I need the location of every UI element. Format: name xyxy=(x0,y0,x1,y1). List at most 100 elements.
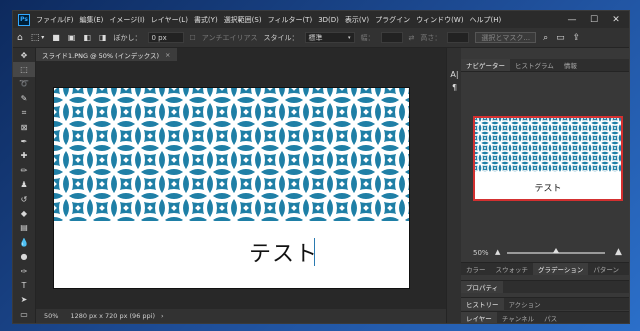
color-panels-tab-bar: カラー スウォッチ グラデーション パターン xyxy=(461,262,629,275)
document-tab-title: スライド1.PNG @ 50% (インデックス) xyxy=(42,51,160,60)
move-tool-icon[interactable]: ✥ xyxy=(13,48,35,62)
tab-paths[interactable]: パス xyxy=(539,312,562,323)
photoshop-window: Ps ファイル(F) 編集(E) イメージ(I) レイヤー(L) 書式(Y) 選… xyxy=(12,10,630,324)
blur-label: ぼかし： xyxy=(113,33,142,42)
document-text-layer[interactable]: テスト xyxy=(249,236,318,268)
menu-type[interactable]: 書式(Y) xyxy=(194,15,218,25)
history-tab-bar: ヒストリー アクション xyxy=(461,297,629,310)
menu-layer[interactable]: レイヤー(L) xyxy=(151,15,188,25)
marquee-tool-icon[interactable]: ⬚ xyxy=(13,62,35,77)
frame-tool-icon[interactable]: ⊠ xyxy=(13,120,35,134)
antialias-label: アンチエイリアス xyxy=(201,33,258,42)
new-selection-icon[interactable]: ■ xyxy=(52,33,60,42)
dodge-tool-icon[interactable]: ● xyxy=(13,249,35,263)
menu-edit[interactable]: 編集(E) xyxy=(80,15,104,25)
navigator-pattern xyxy=(475,118,621,172)
menu-select[interactable]: 選択範囲(S) xyxy=(224,15,262,25)
right-panel-dock: ナビゲーター ヒストグラム 情報 テスト 50% ▲ ▲ カラー スウォッチ グ… xyxy=(461,48,629,323)
zoom-out-icon[interactable]: ▲ xyxy=(495,248,500,256)
chevron-right-icon[interactable]: › xyxy=(161,312,164,320)
tab-actions[interactable]: アクション xyxy=(504,298,546,310)
height-input[interactable] xyxy=(447,32,470,43)
tab-layers[interactable]: レイヤー xyxy=(461,312,497,323)
intersect-selection-icon[interactable]: ◨ xyxy=(99,33,107,42)
menu-filter[interactable]: フィルター(T) xyxy=(268,15,313,25)
paragraph-panel-icon[interactable]: ¶ xyxy=(447,83,462,92)
menu-plugins[interactable]: プラグイン xyxy=(375,15,410,25)
workspace-icon[interactable]: ▭ xyxy=(556,33,565,43)
circle-pattern-image xyxy=(54,88,409,221)
eyedropper-tool-icon[interactable]: ✒ xyxy=(13,134,35,148)
tab-gradients[interactable]: グラデーション xyxy=(533,263,589,275)
path-select-tool-icon[interactable]: ➤ xyxy=(13,293,35,307)
select-and-mask-button[interactable]: 選択とマスク... xyxy=(475,32,537,43)
quick-select-tool-icon[interactable]: ✎ xyxy=(13,91,35,105)
photoshop-logo: Ps xyxy=(18,13,30,26)
tab-history[interactable]: ヒストリー xyxy=(461,298,504,310)
menu-image[interactable]: イメージ(I) xyxy=(109,15,144,25)
rectangle-tool-icon[interactable]: ▭ xyxy=(13,307,35,321)
status-info: 1280 px x 720 px (96 ppi) xyxy=(70,312,155,320)
menu-view[interactable]: 表示(V) xyxy=(345,15,369,25)
menu-3d[interactable]: 3D(D) xyxy=(318,16,339,24)
tab-properties[interactable]: プロパティ xyxy=(461,281,504,293)
swap-icon[interactable]: ⇄ xyxy=(409,34,415,42)
navigator-thumbnail[interactable]: テスト xyxy=(473,116,623,201)
crop-tool-icon[interactable]: ⌗ xyxy=(13,106,35,120)
eraser-tool-icon[interactable]: ◆ xyxy=(13,206,35,220)
style-label: スタイル： xyxy=(263,33,299,42)
gradient-tool-icon[interactable]: ▤ xyxy=(13,221,35,235)
subtract-selection-icon[interactable]: ◧ xyxy=(83,33,91,42)
tab-histogram[interactable]: ヒストグラム xyxy=(510,59,559,71)
document-canvas[interactable]: テスト xyxy=(54,88,409,288)
character-panel-icon[interactable]: A| xyxy=(447,70,462,79)
document-tab[interactable]: スライド1.PNG @ 50% (インデックス) × xyxy=(36,48,177,61)
clone-stamp-tool-icon[interactable]: ♟ xyxy=(13,178,35,192)
blur-tool-icon[interactable]: 💧 xyxy=(13,235,35,249)
brush-tool-icon[interactable]: ✏ xyxy=(13,163,35,177)
tab-patterns[interactable]: パターン xyxy=(588,263,624,275)
tab-swatches[interactable]: スウォッチ xyxy=(491,263,534,275)
search-icon[interactable]: ⌕ xyxy=(543,33,548,43)
navigator-zoom-value[interactable]: 50% xyxy=(473,249,489,257)
chevron-down-icon: ▾ xyxy=(348,34,351,41)
chevron-down-icon[interactable]: ▾ xyxy=(41,34,44,41)
text-cursor xyxy=(314,238,315,266)
layers-tab-bar: レイヤー チャンネル パス xyxy=(461,311,629,323)
home-icon[interactable]: ⌂ xyxy=(17,33,23,43)
close-tab-icon[interactable]: × xyxy=(165,51,170,59)
menu-window[interactable]: ウィンドウ(W) xyxy=(416,15,463,25)
zoom-slider-knob[interactable] xyxy=(553,248,559,253)
pattern-svg xyxy=(54,88,409,221)
canvas-area[interactable]: テスト xyxy=(36,61,446,309)
type-tool-icon[interactable]: T xyxy=(13,278,35,292)
navigator-text: テスト xyxy=(534,184,562,194)
antialias-checkbox[interactable]: ☐ xyxy=(190,34,196,42)
navigator-zoom-row: 50% ▲ ▲ xyxy=(461,247,629,258)
width-input[interactable] xyxy=(380,32,403,43)
style-value: 標準 xyxy=(308,33,323,42)
menu-file[interactable]: ファイル(F) xyxy=(36,15,74,25)
maximize-button[interactable]: ☐ xyxy=(583,11,605,28)
healing-brush-tool-icon[interactable]: ✚ xyxy=(13,149,35,163)
close-window-button[interactable]: ✕ xyxy=(605,11,627,28)
marquee-preset-icon[interactable]: ⬚ xyxy=(31,33,40,43)
tab-channels[interactable]: チャンネル xyxy=(497,312,539,323)
tab-info[interactable]: 情報 xyxy=(559,59,582,71)
lasso-tool-icon[interactable]: ➰ xyxy=(13,77,35,91)
status-zoom[interactable]: 50% xyxy=(44,312,58,320)
style-select[interactable]: 標準 ▾ xyxy=(304,32,355,43)
minimize-button[interactable]: — xyxy=(561,11,583,28)
blur-input[interactable]: 0 px xyxy=(147,32,184,43)
tab-color[interactable]: カラー xyxy=(461,263,491,275)
add-selection-icon[interactable]: ▣ xyxy=(68,33,76,42)
tab-navigator[interactable]: ナビゲーター xyxy=(461,59,510,71)
zoom-in-icon[interactable]: ▲ xyxy=(615,247,622,257)
share-icon[interactable]: ⇪ xyxy=(573,33,581,43)
history-brush-tool-icon[interactable]: ↺ xyxy=(13,192,35,206)
pen-tool-icon[interactable]: ✑ xyxy=(13,264,35,278)
menu-help[interactable]: ヘルプ(H) xyxy=(470,15,502,25)
height-label: 高さ： xyxy=(420,33,442,42)
collapsed-panel-strip: A| ¶ xyxy=(446,48,462,323)
navigator-pattern-svg xyxy=(475,118,621,172)
